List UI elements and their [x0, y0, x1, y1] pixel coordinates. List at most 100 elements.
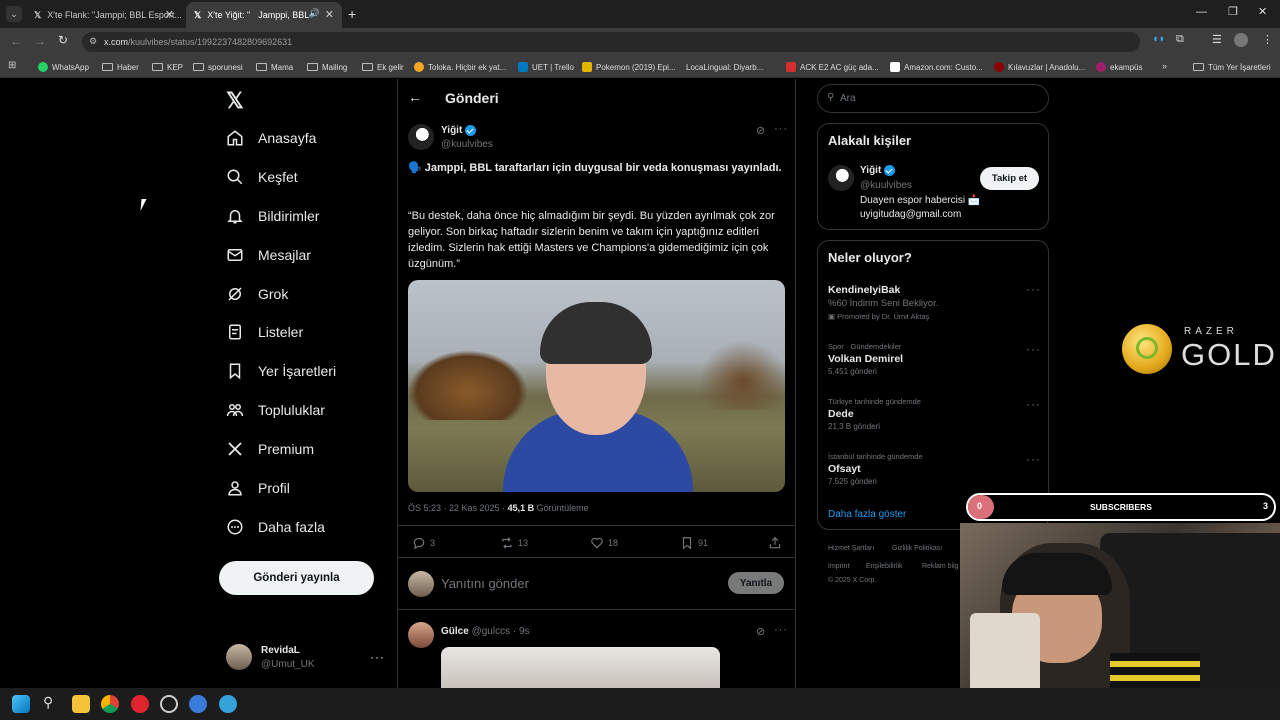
bookmark-button[interactable]: 91: [680, 536, 708, 550]
reply-button[interactable]: 3: [412, 536, 435, 550]
like-button[interactable]: 18: [590, 536, 618, 550]
bookmark-ack[interactable]: ACK E2 AC güç ada...: [786, 60, 879, 74]
address-bar[interactable]: ⚙ x.com/kuulvibes/status/199223748280969…: [82, 32, 1140, 52]
nav-bookmarks[interactable]: Yer İşaretleri: [226, 359, 336, 383]
footer-accessibility[interactable]: Erişilebilirlik: [866, 563, 903, 570]
apps-grid-icon[interactable]: ⊞: [8, 60, 16, 71]
file-explorer-icon[interactable]: [72, 695, 90, 713]
related-email[interactable]: uyigitudag@gmail.com: [860, 209, 961, 220]
follow-button[interactable]: Takip et: [980, 167, 1039, 190]
telegram-icon[interactable]: [219, 695, 237, 713]
back-icon[interactable]: ←: [10, 34, 22, 48]
speaker-icon[interactable]: 🔊: [309, 8, 320, 19]
grok-icon[interactable]: ⊘: [756, 124, 765, 137]
reading-list-icon[interactable]: ☰: [1212, 33, 1222, 46]
bookmark-sporunesi[interactable]: sporunesi: [193, 60, 243, 74]
avatar[interactable]: [828, 165, 854, 191]
account-menu-icon[interactable]: ···: [370, 650, 385, 664]
chrome-icon[interactable]: [101, 695, 119, 713]
author-handle[interactable]: @kuulvibes: [441, 139, 493, 150]
back-arrow-icon[interactable]: ←: [408, 89, 422, 105]
trend-menu-icon[interactable]: ···: [1026, 452, 1041, 466]
maximize-icon[interactable]: ❐: [1228, 5, 1238, 18]
reload-icon[interactable]: ↻: [58, 33, 68, 47]
bookmark-haber[interactable]: Haber: [102, 60, 139, 74]
show-more-link[interactable]: Daha fazla göster: [828, 509, 906, 520]
footer-terms[interactable]: Hizmet Şartları: [828, 545, 874, 552]
bookmark-toloka[interactable]: Toloka. Hiçbir ek yat...: [414, 60, 506, 74]
reply-author[interactable]: Gülce @gulccs · 9s: [441, 626, 530, 637]
trend-menu-icon[interactable]: ···: [1026, 397, 1041, 411]
kebab-menu-icon[interactable]: ⋮: [1262, 33, 1273, 46]
trend-item[interactable]: KendineIyiBak %60 İndirim Seni Bekliyor.…: [828, 282, 938, 321]
share-button[interactable]: [768, 536, 782, 550]
avatar[interactable]: [408, 622, 434, 648]
nav-more[interactable]: Daha fazla: [226, 515, 325, 539]
nav-profile[interactable]: Profil: [226, 476, 290, 500]
post-menu-icon[interactable]: ···: [774, 123, 788, 135]
windows-start-icon[interactable]: [12, 695, 30, 713]
more-bookmarks-icon[interactable]: »: [1162, 61, 1167, 71]
repost-button[interactable]: 13: [500, 536, 528, 550]
bookmark-anadolu[interactable]: Kılavuzlar | Anadolu...: [994, 60, 1085, 74]
nav-premium[interactable]: Premium: [226, 437, 314, 461]
minimize-icon[interactable]: —: [1196, 6, 1207, 18]
avatar[interactable]: [408, 124, 434, 150]
avatar[interactable]: [1234, 33, 1248, 47]
post-button[interactable]: Gönderi yayınla: [219, 561, 374, 595]
obs-icon[interactable]: [160, 695, 178, 713]
search-icon[interactable]: ⚲: [43, 694, 53, 711]
trend-menu-icon[interactable]: ···: [1026, 282, 1041, 296]
site-info-icon[interactable]: ⚙: [89, 36, 97, 47]
search-input[interactable]: ⚲ Ara: [817, 84, 1049, 113]
nav-notifications[interactable]: Bildirimler: [226, 204, 319, 228]
post-image[interactable]: [408, 280, 785, 492]
tab-search-icon[interactable]: ⌄: [6, 6, 22, 22]
close-icon[interactable]: ✕: [325, 8, 334, 21]
reply-image[interactable]: [441, 647, 720, 688]
tab-yigit[interactable]: 𝕏 X'te Yiğit: " Jamppi, BBL 🔊 ✕: [186, 2, 342, 28]
avatar[interactable]: [226, 644, 252, 670]
bookmark-ek-gelir[interactable]: Ek gelir: [362, 60, 404, 74]
extensions-icon[interactable]: ⧉: [1176, 33, 1184, 46]
nav-home[interactable]: Anasayfa: [226, 126, 316, 150]
close-icon[interactable]: ✕: [165, 8, 174, 21]
reply-menu-icon[interactable]: ···: [774, 624, 788, 636]
x-logo-icon[interactable]: 𝕏: [226, 88, 244, 114]
trend-item[interactable]: İstanbul tarihinde gündemde Ofsayt 7.525…: [828, 452, 923, 486]
bookmark-trello[interactable]: UET | Trello: [518, 60, 574, 74]
bookmark-kep[interactable]: KEP: [152, 60, 183, 74]
nav-communities[interactable]: Topluluklar: [226, 398, 325, 422]
close-window-icon[interactable]: ✕: [1258, 5, 1267, 18]
reply-submit-button[interactable]: Yanıtla: [728, 572, 784, 594]
tab-flank[interactable]: 𝕏 X'te Flank: "Jamppi; BBL Esport... ✕: [26, 2, 182, 28]
account-name[interactable]: RevidaL: [261, 645, 300, 656]
bookmark-localingual[interactable]: LocaLingual: Diyarb...: [686, 60, 763, 74]
new-tab-icon[interactable]: +: [348, 6, 356, 22]
nav-grok[interactable]: Grok: [226, 282, 288, 306]
grok-icon[interactable]: ⊘: [756, 625, 765, 638]
footer-ads[interactable]: Reklam bilg: [922, 563, 959, 570]
bookmark-ekampus[interactable]: ekampüs: [1096, 60, 1142, 74]
forward-icon[interactable]: →: [34, 34, 46, 48]
author-name[interactable]: Yiğit: [441, 125, 477, 136]
reply-input[interactable]: Yanıtını gönder: [441, 576, 529, 591]
related-handle[interactable]: @kuulvibes: [860, 180, 912, 191]
opera-icon[interactable]: [131, 695, 149, 713]
bookmark-whatsapp[interactable]: WhatsApp: [38, 60, 89, 74]
nav-explore[interactable]: Keşfet: [226, 165, 298, 189]
trend-item[interactable]: Spor · Gündemdekiler Volkan Demirel 5.45…: [828, 342, 903, 376]
bookmark-pokemon[interactable]: Pokemon (2019) Epi...: [582, 60, 676, 74]
bookmark-mama[interactable]: Mama: [256, 60, 293, 74]
bookmark-mailing[interactable]: Mailing: [307, 60, 347, 74]
trend-item[interactable]: Türkiye tarihinde gündemde Dede 21,3 B g…: [828, 397, 921, 431]
extension-wave-icon[interactable]: ◖◗: [1152, 33, 1165, 45]
bookmark-amazon[interactable]: Amazon.com: Custo...: [890, 60, 983, 74]
app-icon[interactable]: [189, 695, 207, 713]
footer-imprint[interactable]: Imprint: [828, 563, 849, 570]
related-name[interactable]: Yiğit: [860, 165, 896, 176]
trend-menu-icon[interactable]: ···: [1026, 342, 1041, 356]
footer-privacy[interactable]: Gizlilik Politikası: [892, 545, 942, 552]
nav-lists[interactable]: Listeler: [226, 320, 303, 344]
nav-messages[interactable]: Mesajlar: [226, 243, 311, 267]
